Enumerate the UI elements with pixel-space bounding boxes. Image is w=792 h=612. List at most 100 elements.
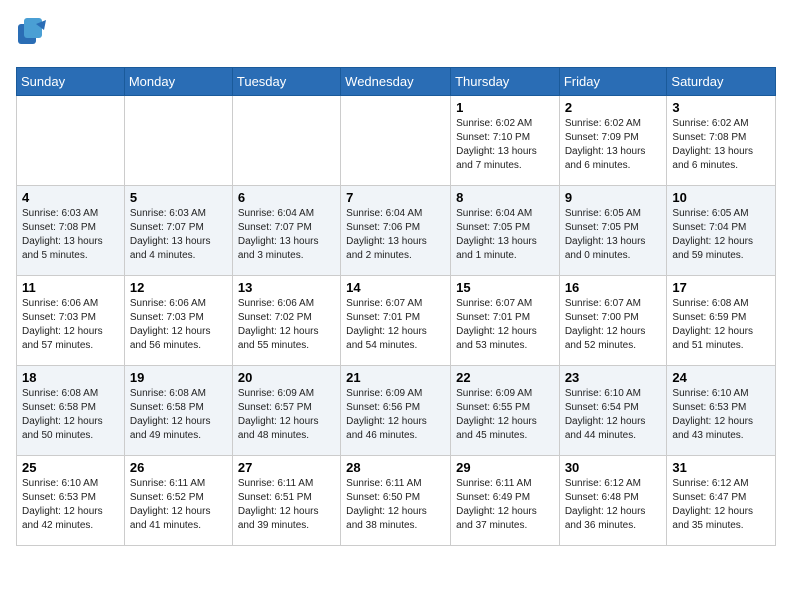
calendar-cell: 14Sunrise: 6:07 AM Sunset: 7:01 PM Dayli… xyxy=(341,276,451,366)
day-info: Sunrise: 6:10 AM Sunset: 6:54 PM Dayligh… xyxy=(565,387,662,443)
day-info: Sunrise: 6:10 AM Sunset: 6:53 PM Dayligh… xyxy=(672,387,770,443)
day-number: 27 xyxy=(238,460,335,475)
calendar-cell: 12 Sunrise: 6:06 AM Sunset: 7:03 PM Dayli… xyxy=(124,276,232,366)
day-number: 20 xyxy=(238,370,335,385)
calendar-cell: 19 Sunrise: 6:08 AM Sunset: 6:58 PM Dayli… xyxy=(124,366,232,456)
day-info: Sunrise: 6:07 AM Sunset: 7:01 PM Dayligh… xyxy=(346,297,445,353)
day-info: Sunrise: 6:04 AM Sunset: 7:05 PM Dayligh… xyxy=(456,207,554,263)
day-number: 30 xyxy=(565,460,662,475)
calendar-cell: 16 Sunrise: 6:07 AM Sunset: 7:00 PM Dayli… xyxy=(559,276,667,366)
calendar-cell xyxy=(232,96,340,186)
day-info: Sunrise: 6:07 AM Sunset: 7:01 PM Dayligh… xyxy=(456,297,554,353)
day-number: 23 xyxy=(565,370,662,385)
day-info: Sunrise: 6:06 AM Sunset: 7:03 PM Dayligh… xyxy=(130,297,227,353)
day-number: 12 xyxy=(130,280,227,295)
calendar-week-row: 18 Sunrise: 6:08 AM Sunset: 6:58 PM Dayli… xyxy=(17,366,776,456)
day-number: 11 xyxy=(22,280,119,295)
calendar-header-row: SundayMondayTuesdayWednesdayThursdayFrid… xyxy=(17,68,776,96)
day-info: Sunrise: 6:08 AM Sunset: 6:58 PM Dayligh… xyxy=(130,387,227,443)
calendar-cell: 13Sunrise: 6:06 AM Sunset: 7:02 PM Dayli… xyxy=(232,276,340,366)
day-info: Sunrise: 6:12 AM Sunset: 6:47 PM Dayligh… xyxy=(672,477,770,533)
calendar-day-header: Thursday xyxy=(451,68,560,96)
day-info: Sunrise: 6:09 AM Sunset: 6:56 PM Dayligh… xyxy=(346,387,445,443)
day-info: Sunrise: 6:02 AM Sunset: 7:08 PM Dayligh… xyxy=(672,117,770,173)
day-number: 9 xyxy=(565,190,662,205)
calendar-cell: 3Sunrise: 6:02 AM Sunset: 7:08 PM Daylig… xyxy=(667,96,776,186)
day-number: 10 xyxy=(672,190,770,205)
day-number: 5 xyxy=(130,190,227,205)
day-number: 6 xyxy=(238,190,335,205)
calendar-day-header: Friday xyxy=(559,68,667,96)
calendar-week-row: 25 Sunrise: 6:10 AM Sunset: 6:53 PM Dayli… xyxy=(17,456,776,546)
day-info: Sunrise: 6:02 AM Sunset: 7:10 PM Dayligh… xyxy=(456,117,554,173)
day-info: Sunrise: 6:05 AM Sunset: 7:04 PM Dayligh… xyxy=(672,207,770,263)
calendar-cell: 10 Sunrise: 6:05 AM Sunset: 7:04 PM Dayli… xyxy=(667,186,776,276)
day-number: 22 xyxy=(456,370,554,385)
day-number: 28 xyxy=(346,460,445,475)
day-number: 18 xyxy=(22,370,119,385)
calendar-cell: 21 Sunrise: 6:09 AM Sunset: 6:56 PM Dayli… xyxy=(341,366,451,456)
day-info: Sunrise: 6:03 AM Sunset: 7:07 PM Dayligh… xyxy=(130,207,227,263)
calendar-cell: 2 Sunrise: 6:02 AM Sunset: 7:09 PM Daylig… xyxy=(559,96,667,186)
day-info: Sunrise: 6:08 AM Sunset: 6:58 PM Dayligh… xyxy=(22,387,119,443)
day-number: 19 xyxy=(130,370,227,385)
calendar-day-header: Sunday xyxy=(17,68,125,96)
calendar-cell: 25 Sunrise: 6:10 AM Sunset: 6:53 PM Dayli… xyxy=(17,456,125,546)
calendar-cell: 6 Sunrise: 6:04 AM Sunset: 7:07 PM Daylig… xyxy=(232,186,340,276)
day-number: 24 xyxy=(672,370,770,385)
calendar-week-row: 1 Sunrise: 6:02 AM Sunset: 7:10 PM Daylig… xyxy=(17,96,776,186)
day-info: Sunrise: 6:11 AM Sunset: 6:50 PM Dayligh… xyxy=(346,477,445,533)
day-number: 8 xyxy=(456,190,554,205)
calendar-cell: 29 Sunrise: 6:11 AM Sunset: 6:49 PM Dayli… xyxy=(451,456,560,546)
calendar-table: SundayMondayTuesdayWednesdayThursdayFrid… xyxy=(16,67,776,546)
day-number: 4 xyxy=(22,190,119,205)
day-info: Sunrise: 6:06 AM Sunset: 7:03 PM Dayligh… xyxy=(22,297,119,353)
calendar-cell: 24 Sunrise: 6:10 AM Sunset: 6:53 PM Dayli… xyxy=(667,366,776,456)
day-number: 26 xyxy=(130,460,227,475)
day-info: Sunrise: 6:06 AM Sunset: 7:02 PM Dayligh… xyxy=(238,297,335,353)
calendar-cell: 4 Sunrise: 6:03 AM Sunset: 7:08 PM Daylig… xyxy=(17,186,125,276)
calendar-cell: 7Sunrise: 6:04 AM Sunset: 7:06 PM Daylig… xyxy=(341,186,451,276)
day-info: Sunrise: 6:02 AM Sunset: 7:09 PM Dayligh… xyxy=(565,117,662,173)
day-info: Sunrise: 6:09 AM Sunset: 6:55 PM Dayligh… xyxy=(456,387,554,443)
day-info: Sunrise: 6:12 AM Sunset: 6:48 PM Dayligh… xyxy=(565,477,662,533)
calendar-cell: 11 Sunrise: 6:06 AM Sunset: 7:03 PM Dayli… xyxy=(17,276,125,366)
day-info: Sunrise: 6:11 AM Sunset: 6:52 PM Dayligh… xyxy=(130,477,227,533)
day-info: Sunrise: 6:11 AM Sunset: 6:51 PM Dayligh… xyxy=(238,477,335,533)
calendar-cell: 23 Sunrise: 6:10 AM Sunset: 6:54 PM Dayli… xyxy=(559,366,667,456)
day-number: 29 xyxy=(456,460,554,475)
calendar-cell: 15 Sunrise: 6:07 AM Sunset: 7:01 PM Dayli… xyxy=(451,276,560,366)
calendar-cell: 8 Sunrise: 6:04 AM Sunset: 7:05 PM Daylig… xyxy=(451,186,560,276)
calendar-day-header: Monday xyxy=(124,68,232,96)
day-info: Sunrise: 6:09 AM Sunset: 6:57 PM Dayligh… xyxy=(238,387,335,443)
day-number: 21 xyxy=(346,370,445,385)
day-info: Sunrise: 6:04 AM Sunset: 7:07 PM Dayligh… xyxy=(238,207,335,263)
logo xyxy=(16,16,56,57)
calendar-cell xyxy=(341,96,451,186)
calendar-day-header: Wednesday xyxy=(341,68,451,96)
calendar-cell: 1 Sunrise: 6:02 AM Sunset: 7:10 PM Daylig… xyxy=(451,96,560,186)
day-info: Sunrise: 6:08 AM Sunset: 6:59 PM Dayligh… xyxy=(672,297,770,353)
day-number: 2 xyxy=(565,100,662,115)
day-number: 31 xyxy=(672,460,770,475)
page-header xyxy=(16,16,776,57)
day-info: Sunrise: 6:03 AM Sunset: 7:08 PM Dayligh… xyxy=(22,207,119,263)
day-number: 25 xyxy=(22,460,119,475)
day-info: Sunrise: 6:07 AM Sunset: 7:00 PM Dayligh… xyxy=(565,297,662,353)
day-info: Sunrise: 6:10 AM Sunset: 6:53 PM Dayligh… xyxy=(22,477,119,533)
calendar-cell: 26 Sunrise: 6:11 AM Sunset: 6:52 PM Dayli… xyxy=(124,456,232,546)
calendar-cell: 31 Sunrise: 6:12 AM Sunset: 6:47 PM Dayli… xyxy=(667,456,776,546)
calendar-week-row: 11 Sunrise: 6:06 AM Sunset: 7:03 PM Dayli… xyxy=(17,276,776,366)
day-info: Sunrise: 6:11 AM Sunset: 6:49 PM Dayligh… xyxy=(456,477,554,533)
calendar-cell: 27 Sunrise: 6:11 AM Sunset: 6:51 PM Dayli… xyxy=(232,456,340,546)
day-number: 15 xyxy=(456,280,554,295)
day-number: 16 xyxy=(565,280,662,295)
calendar-cell: 22 Sunrise: 6:09 AM Sunset: 6:55 PM Dayli… xyxy=(451,366,560,456)
day-number: 1 xyxy=(456,100,554,115)
calendar-cell: 17 Sunrise: 6:08 AM Sunset: 6:59 PM Dayli… xyxy=(667,276,776,366)
calendar-cell: 18 Sunrise: 6:08 AM Sunset: 6:58 PM Dayli… xyxy=(17,366,125,456)
calendar-cell: 30 Sunrise: 6:12 AM Sunset: 6:48 PM Dayli… xyxy=(559,456,667,546)
day-number: 17 xyxy=(672,280,770,295)
calendar-cell: 28 Sunrise: 6:11 AM Sunset: 6:50 PM Dayli… xyxy=(341,456,451,546)
calendar-cell xyxy=(124,96,232,186)
